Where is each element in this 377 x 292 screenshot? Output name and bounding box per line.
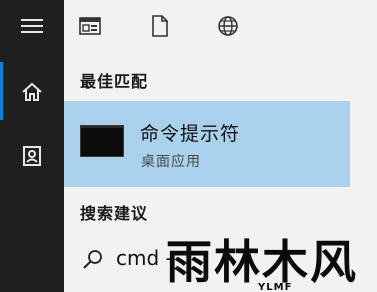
app-title: 命令提示符 [140,123,241,145]
watermark-logo: 雨林木风 YLMF [160,232,375,292]
search-icon [83,250,102,269]
home-button[interactable] [0,70,64,114]
hamburger-menu-button[interactable] [0,4,64,48]
web-filter-button[interactable] [208,8,248,44]
start-menu-search-panel: 最佳匹配 命令提示符 桌面应用 搜索建议 cmd - 雨林木风 YLMF [0,0,377,292]
best-match-heading: 最佳匹配 [80,72,149,91]
apps-filter-button[interactable] [70,8,110,44]
filter-toolbar [64,0,377,54]
home-icon [22,82,42,101]
app-subtitle: 桌面应用 [141,154,201,170]
command-prompt-icon [80,125,124,157]
svg-text:雨林木风: 雨林木风 [166,235,358,289]
app-window-icon [79,17,101,35]
best-match-result-command-prompt[interactable]: 命令提示符 桌面应用 [64,101,350,187]
globe-icon [218,16,238,36]
documents-filter-button[interactable] [140,8,180,44]
user-contact-button[interactable] [0,134,64,178]
document-icon [152,15,168,37]
user-contact-icon [23,146,41,166]
left-rail [0,0,64,292]
svg-text:YLMF: YLMF [257,282,292,292]
watermark-logo-graphic: 雨林木风 YLMF [166,235,358,292]
search-suggestions-heading: 搜索建议 [80,204,149,223]
hamburger-menu-icon [21,19,43,33]
